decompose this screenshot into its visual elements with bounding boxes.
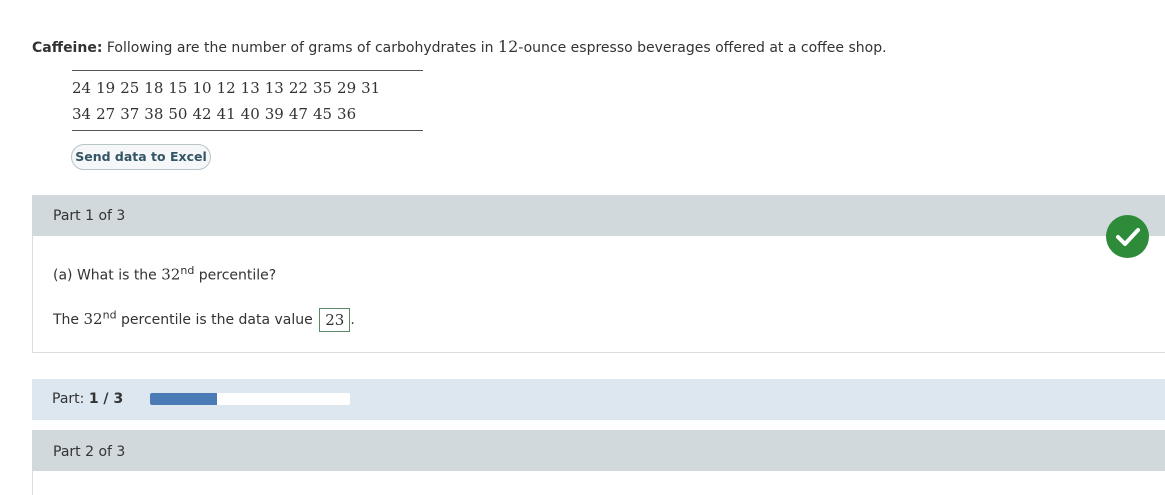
- part1-question: (a) What is the 32nd percentile?: [53, 264, 276, 284]
- check-icon: [1106, 215, 1149, 258]
- data-value: 42: [192, 105, 212, 123]
- data-value: 38: [144, 105, 164, 123]
- progress-label: Part: 1 / 3: [52, 391, 123, 407]
- data-value: 41: [216, 105, 236, 123]
- answer-input[interactable]: 23: [319, 308, 351, 332]
- data-value: 10: [192, 79, 212, 97]
- question-number: 32: [161, 265, 181, 284]
- part1-body: (a) What is the 32nd percentile? The 32n…: [32, 236, 1165, 353]
- answer-end-period: .: [350, 312, 355, 328]
- data-value: 50: [168, 105, 188, 123]
- progress-fill: [150, 393, 217, 405]
- data-value: 45: [312, 105, 333, 123]
- progress-row: Part: 1 / 3: [32, 379, 1165, 420]
- part2-header-label: Part 2 of 3: [53, 444, 126, 460]
- part1-header[interactable]: Part 1 of 3: [32, 195, 1165, 236]
- problem-text-after: -ounce espresso beverages offered at a c…: [518, 40, 887, 56]
- answer-ordinal-suffix: nd: [102, 308, 117, 322]
- data-value: 36: [337, 105, 357, 123]
- answer-number: 32: [83, 310, 103, 328]
- data-value: 13: [240, 79, 260, 97]
- data-value: 22: [288, 79, 308, 97]
- progress-separator: /: [98, 391, 114, 407]
- data-value: 35: [312, 79, 333, 97]
- data-value: 25: [120, 79, 140, 97]
- problem-statement: Caffeine: Following are the number of gr…: [32, 37, 887, 56]
- data-value: 19: [96, 79, 116, 97]
- data-value: 31: [361, 79, 381, 97]
- data-table: 24 19 25 18 15 10 12 13 13 22 35 29 31 34 27 37 38 50 42 4…: [72, 70, 423, 131]
- question-suffix: percentile?: [194, 267, 277, 284]
- data-row-1: 24 19 25 18 15 10 12 13 13 22 35 29 31: [72, 75, 423, 101]
- data-value: 13: [264, 79, 284, 97]
- data-value: 37: [120, 105, 140, 123]
- data-value: 24: [72, 79, 92, 97]
- question-ordinal-suffix: nd: [180, 264, 195, 277]
- part2-body: [32, 471, 1165, 495]
- part1-answer-line: The 32nd percentile is the data value 23…: [53, 308, 355, 332]
- data-value: 27: [96, 105, 116, 123]
- answer-middle-text: percentile is the data value: [116, 312, 318, 328]
- part1-header-label: Part 1 of 3: [53, 208, 126, 224]
- problem-number: 12: [497, 37, 519, 56]
- progress-current: 1: [88, 391, 99, 407]
- progress-label-prefix: Part:: [52, 391, 89, 407]
- data-row-2: 34 27 37 38 50 42 41 40 39 47 45 36: [72, 101, 423, 127]
- send-to-excel-button[interactable]: Send data to Excel: [71, 144, 211, 170]
- question-prefix: (a) What is the: [53, 267, 162, 284]
- data-value: 47: [288, 105, 308, 123]
- data-value: 18: [144, 79, 164, 97]
- progress-total: 3: [113, 391, 124, 407]
- data-value: 29: [337, 79, 357, 97]
- problem-text-before: Following are the number of grams of car…: [102, 40, 498, 56]
- part2-header[interactable]: Part 2 of 3: [32, 430, 1165, 471]
- data-value: 15: [168, 79, 188, 97]
- progress-track: [150, 393, 350, 405]
- data-value: 40: [240, 105, 260, 123]
- data-value: 39: [264, 105, 284, 123]
- data-value: 12: [216, 79, 236, 97]
- problem-topic: Caffeine:: [32, 40, 103, 56]
- data-value: 34: [72, 105, 92, 123]
- answer-prefix: The: [53, 312, 84, 328]
